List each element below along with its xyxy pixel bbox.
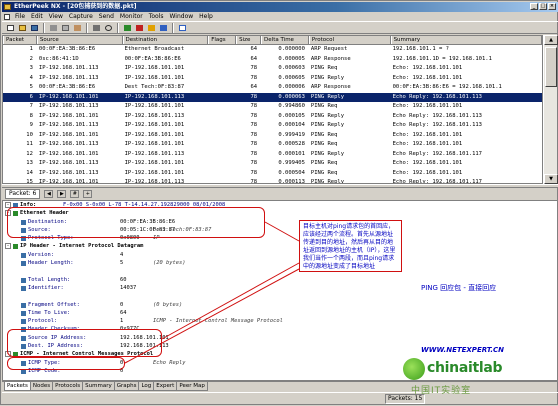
arrow-ethernet — [264, 221, 300, 242]
app-window: EtherPeek NX - [20包捕获到的数据.pkt] _ □ × Fil… — [0, 0, 558, 405]
site-label: WWW.NETEXPERT.CN — [421, 346, 505, 354]
tab-packets[interactable]: Packets — [4, 382, 31, 391]
chinaitlab-logo-icon — [403, 358, 425, 380]
arrow-icmp — [124, 268, 300, 364]
arrow-ip — [161, 262, 300, 340]
tab-log[interactable]: Log — [138, 382, 155, 391]
watermark-subtitle: 中国IT实验室 — [411, 386, 472, 396]
tab-nodes[interactable]: Nodes — [29, 382, 54, 391]
tab-summary[interactable]: Summary — [82, 382, 115, 391]
tab-graphs[interactable]: Graphs — [113, 382, 140, 391]
tab-expert[interactable]: Expert — [153, 382, 178, 391]
watermark-brand: chinaitlab — [427, 360, 503, 376]
ping-reply-label: PING 回应包 - 直接回应 — [421, 284, 497, 292]
watermark: chinaitlab 中国IT实验室 — [401, 356, 557, 404]
annotation-note: 目标主机对ping请求包的首回应，应该经过两个流程。首先从源地址传递到目的地址，… — [299, 220, 402, 272]
tab-protocols[interactable]: Protocols — [52, 382, 84, 391]
tab-peer-map[interactable]: Peer Map — [176, 382, 208, 391]
